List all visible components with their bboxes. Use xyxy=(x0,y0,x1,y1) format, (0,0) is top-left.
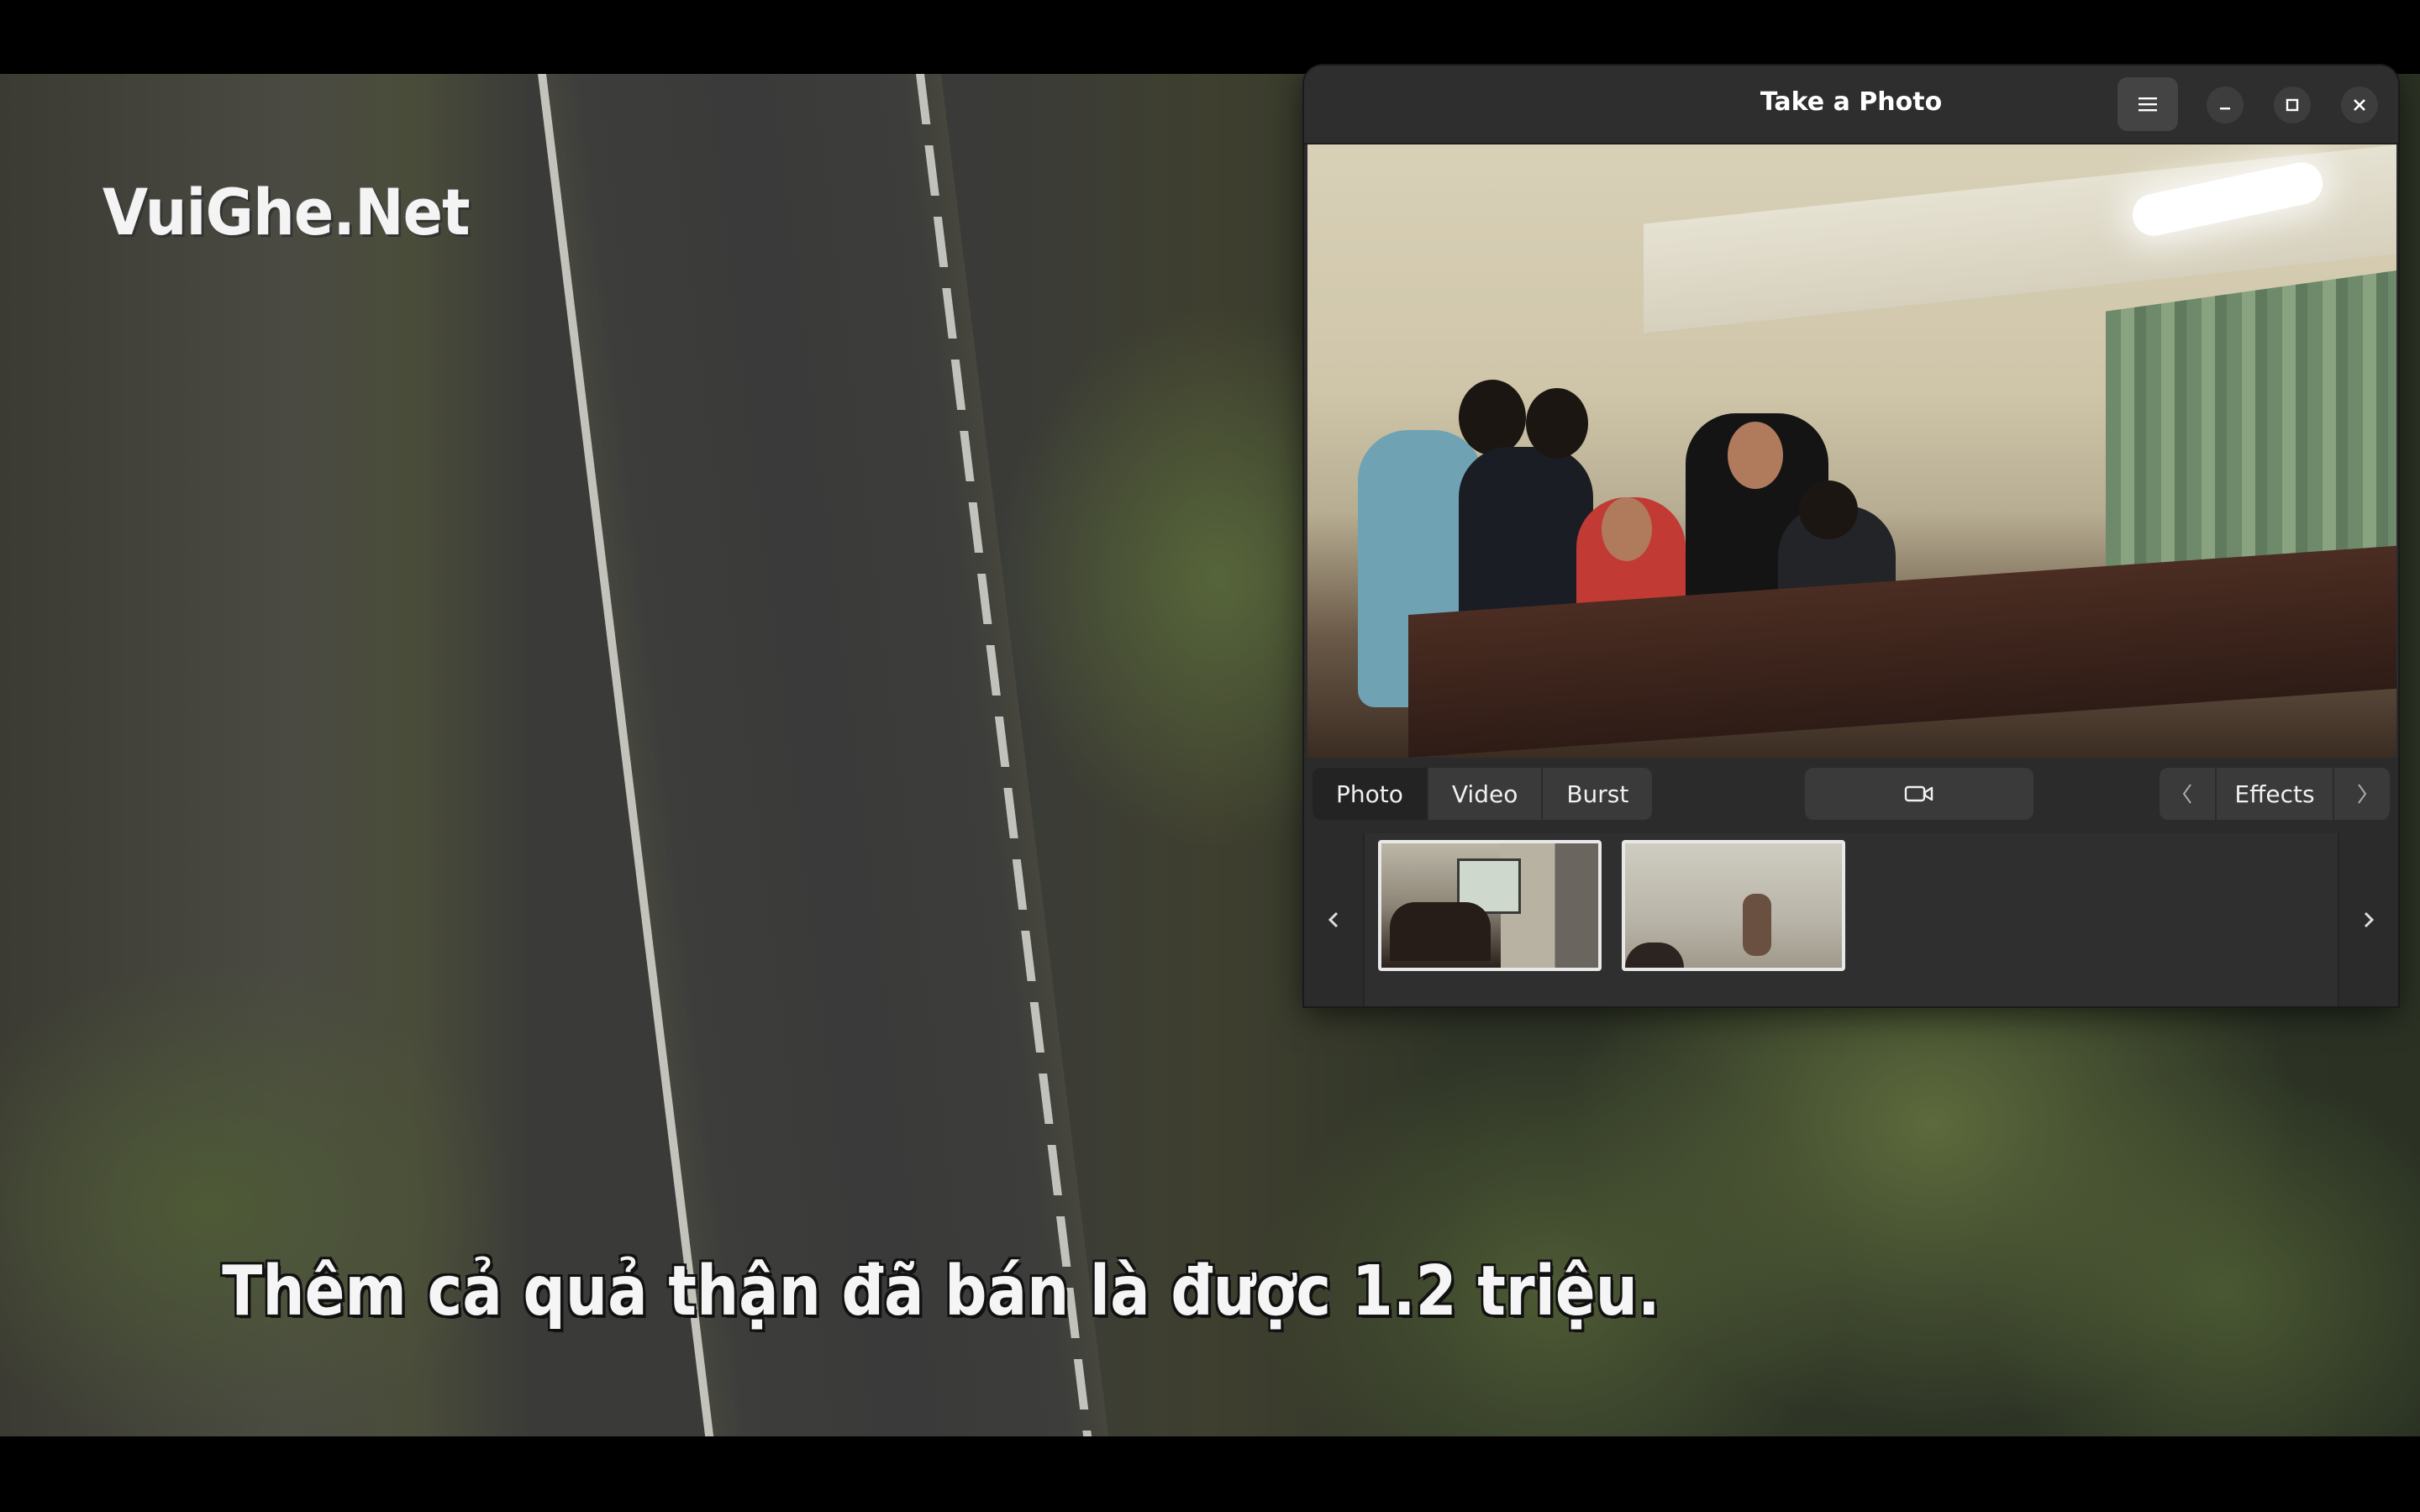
maximize-icon xyxy=(2286,98,2299,112)
menu-button[interactable] xyxy=(2118,77,2178,131)
video-subtitle: Thêm cả quả thận đã bán là được 1.2 triệ… xyxy=(222,1252,1660,1331)
effects-next-button[interactable] xyxy=(2334,768,2390,820)
effects-button[interactable]: Effects xyxy=(2215,768,2334,820)
close-button[interactable] xyxy=(2341,87,2378,123)
mode-photo[interactable]: Photo xyxy=(1313,768,1428,820)
mode-burst[interactable]: Burst xyxy=(1543,768,1652,820)
capture-controls: Photo Video Burst Effects xyxy=(1304,758,2398,833)
video-camera-icon xyxy=(1904,785,1933,802)
chevron-right-icon xyxy=(2364,911,2375,928)
minimize-button[interactable] xyxy=(2207,87,2244,123)
chevron-left-icon xyxy=(1328,911,1339,928)
close-icon xyxy=(2354,99,2365,111)
photo-gallery xyxy=(1304,833,2398,1006)
video-watermark: VuiGhe.Net xyxy=(103,175,471,249)
effects-control: Effects xyxy=(2160,768,2390,820)
photo-thumbnail[interactable] xyxy=(1622,840,1845,971)
capture-button[interactable] xyxy=(1805,768,2033,820)
maximize-button[interactable] xyxy=(2274,87,2311,123)
mode-selector: Photo Video Burst xyxy=(1313,768,1653,820)
gallery-next-button[interactable] xyxy=(2338,833,2398,1006)
gallery-prev-button[interactable] xyxy=(1304,833,1365,1006)
take-a-photo-window: Take a Photo Photo Video Burst Effects xyxy=(1304,66,2398,1006)
chevron-left-icon xyxy=(2182,784,2191,804)
mode-video[interactable]: Video xyxy=(1428,768,1544,820)
minimize-icon xyxy=(2220,108,2230,110)
camera-preview xyxy=(1307,144,2396,758)
photo-thumbnail[interactable] xyxy=(1378,840,1602,971)
chevron-right-icon xyxy=(2358,784,2367,804)
hamburger-menu-icon xyxy=(2139,97,2157,112)
effects-prev-button[interactable] xyxy=(2160,768,2215,820)
titlebar: Take a Photo xyxy=(1304,66,2398,144)
